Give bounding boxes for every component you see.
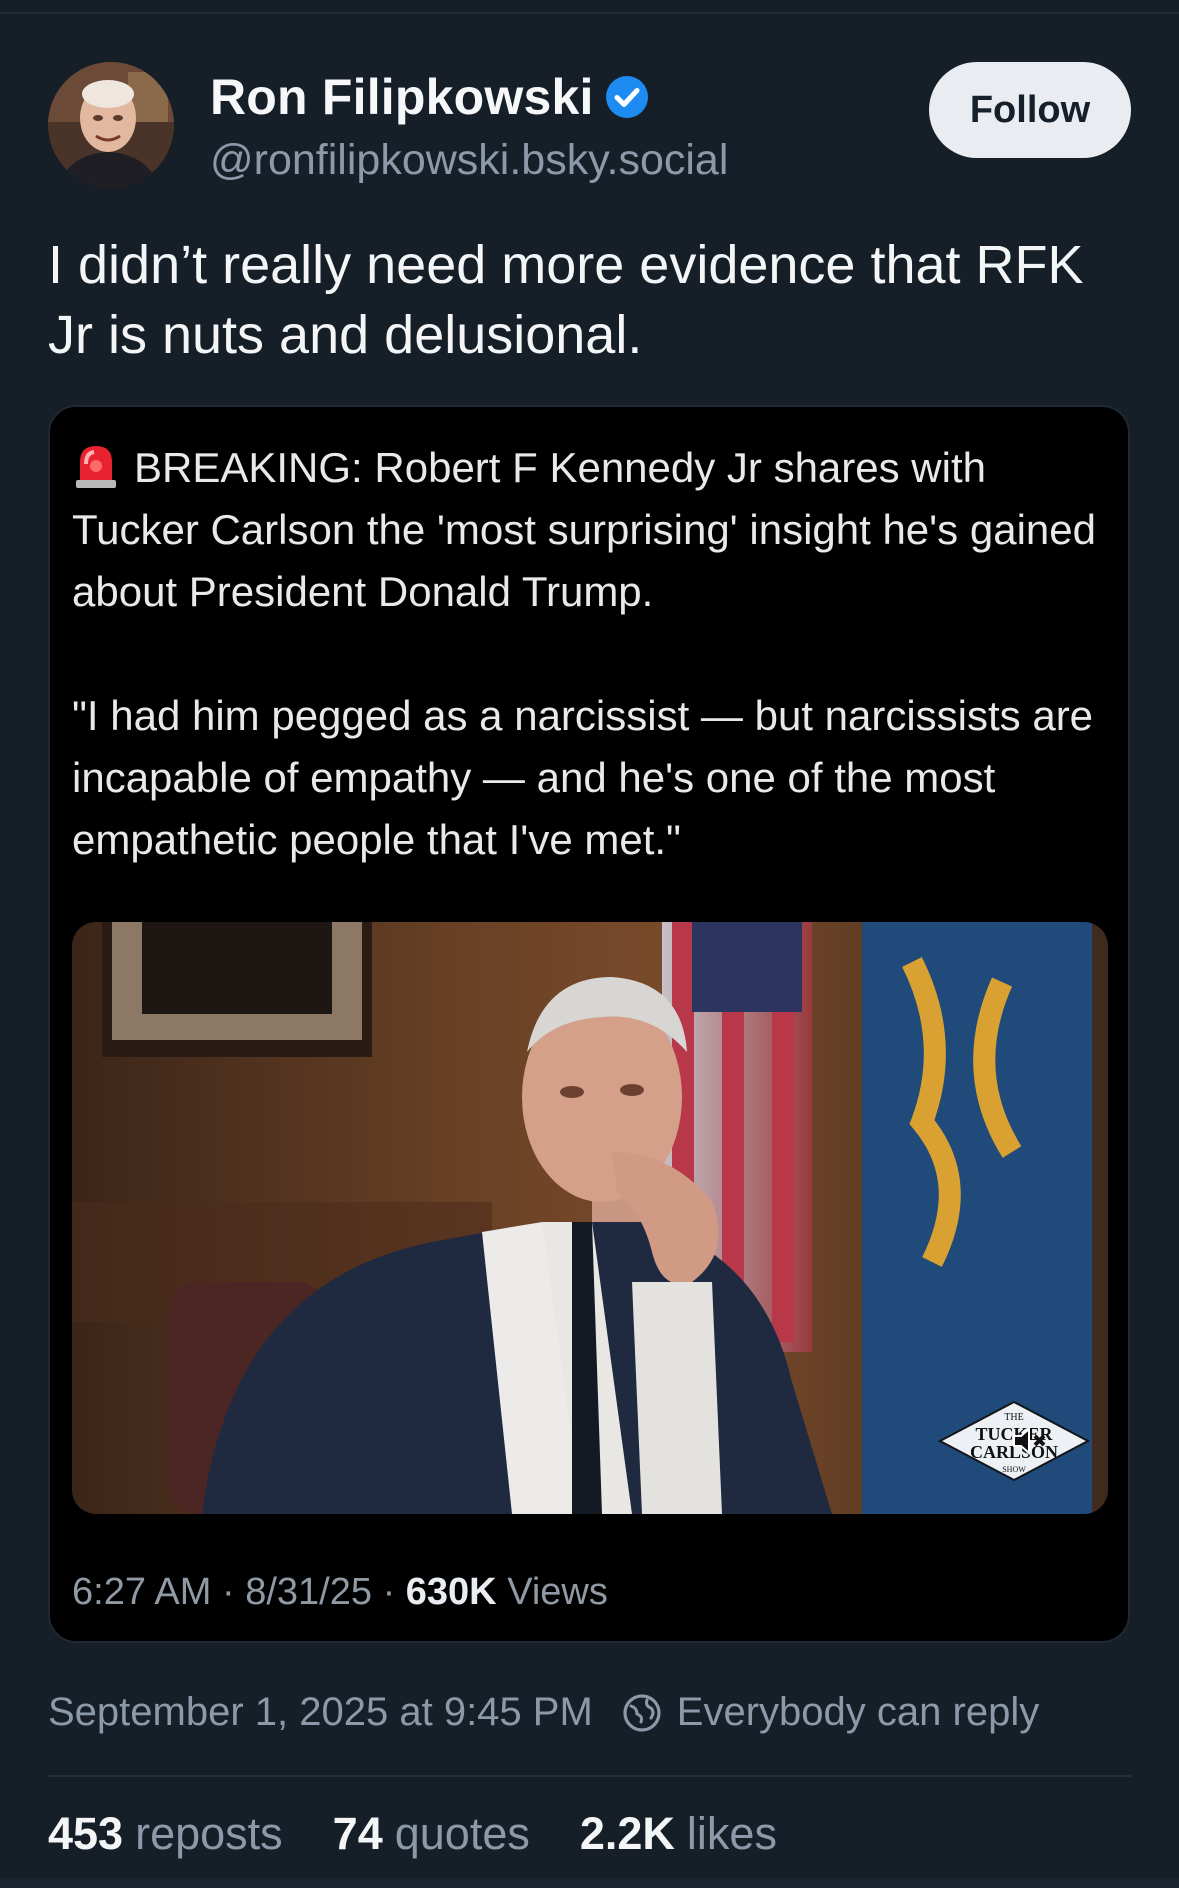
author-avatar[interactable] [48, 62, 174, 188]
svg-text:SHOW: SHOW [1002, 1465, 1026, 1474]
verified-badge-icon [605, 76, 648, 118]
post-header: Ron Filipkowski @ronfilipkowski.bsky.soc… [48, 60, 1131, 190]
post-footer-meta: September 1, 2025 at 9:45 PM Everybody c… [48, 1690, 1131, 1735]
quotes-label: quotes [394, 1808, 530, 1859]
likes-label: likes [686, 1808, 777, 1859]
likes-count: 2.2K [579, 1808, 675, 1859]
likes-stat[interactable]: 2.2K likes [580, 1808, 777, 1860]
follow-button[interactable]: Follow [929, 62, 1131, 158]
siren-icon [76, 446, 116, 488]
quotes-stat[interactable]: 74 quotes [333, 1808, 530, 1860]
embed-time: 6:27 AM [72, 1571, 212, 1613]
reposts-count: 453 [48, 1808, 124, 1859]
reply-setting-label: Everybody can reply [676, 1690, 1040, 1734]
embedded-video[interactable]: THE TUCKER CARLSON SHOW [72, 922, 1108, 1514]
embed-paragraph-1-text: BREAKING: Robert F Kennedy Jr shares wit… [72, 444, 1096, 615]
top-divider [0, 12, 1179, 14]
embed-views-label: Views [507, 1571, 608, 1613]
post-timestamp[interactable]: September 1, 2025 at 9:45 PM [48, 1690, 593, 1735]
display-name-row: Ron Filipkowski [210, 68, 650, 126]
embed-date: 8/31/25 [245, 1571, 372, 1613]
stats-divider [48, 1775, 1131, 1777]
embedded-post-text: BREAKING: Robert F Kennedy Jr shares wit… [72, 437, 1112, 871]
author-handle[interactable]: @ronfilipkowski.bsky.social [210, 136, 728, 185]
quotes-count: 74 [332, 1808, 383, 1859]
embedded-post-card[interactable]: BREAKING: Robert F Kennedy Jr shares wit… [48, 405, 1130, 1643]
post-text: I didn’t really need more evidence that … [48, 235, 1084, 365]
globe-reply-icon [623, 1693, 661, 1732]
bottom-edge [0, 1878, 1179, 1888]
embed-paragraph-2: "I had him pegged as a narcissist — but … [72, 692, 1094, 863]
reposts-label: reposts [135, 1808, 283, 1859]
engagement-stats: 453 reposts 74 quotes 2.2K likes [48, 1808, 777, 1860]
embed-views-count: 630K [405, 1571, 497, 1613]
mute-icon[interactable] [1008, 1420, 1050, 1462]
reposts-stat[interactable]: 453 reposts [48, 1808, 283, 1860]
author-display-name[interactable]: Ron Filipkowski [210, 68, 594, 126]
embed-paragraph-1: BREAKING: Robert F Kennedy Jr shares wit… [72, 437, 1112, 623]
reply-setting[interactable]: Everybody can reply [621, 1690, 1039, 1735]
embed-meta-row: 6:27 AM · 8/31/25 · 630K Views [72, 1571, 608, 1613]
